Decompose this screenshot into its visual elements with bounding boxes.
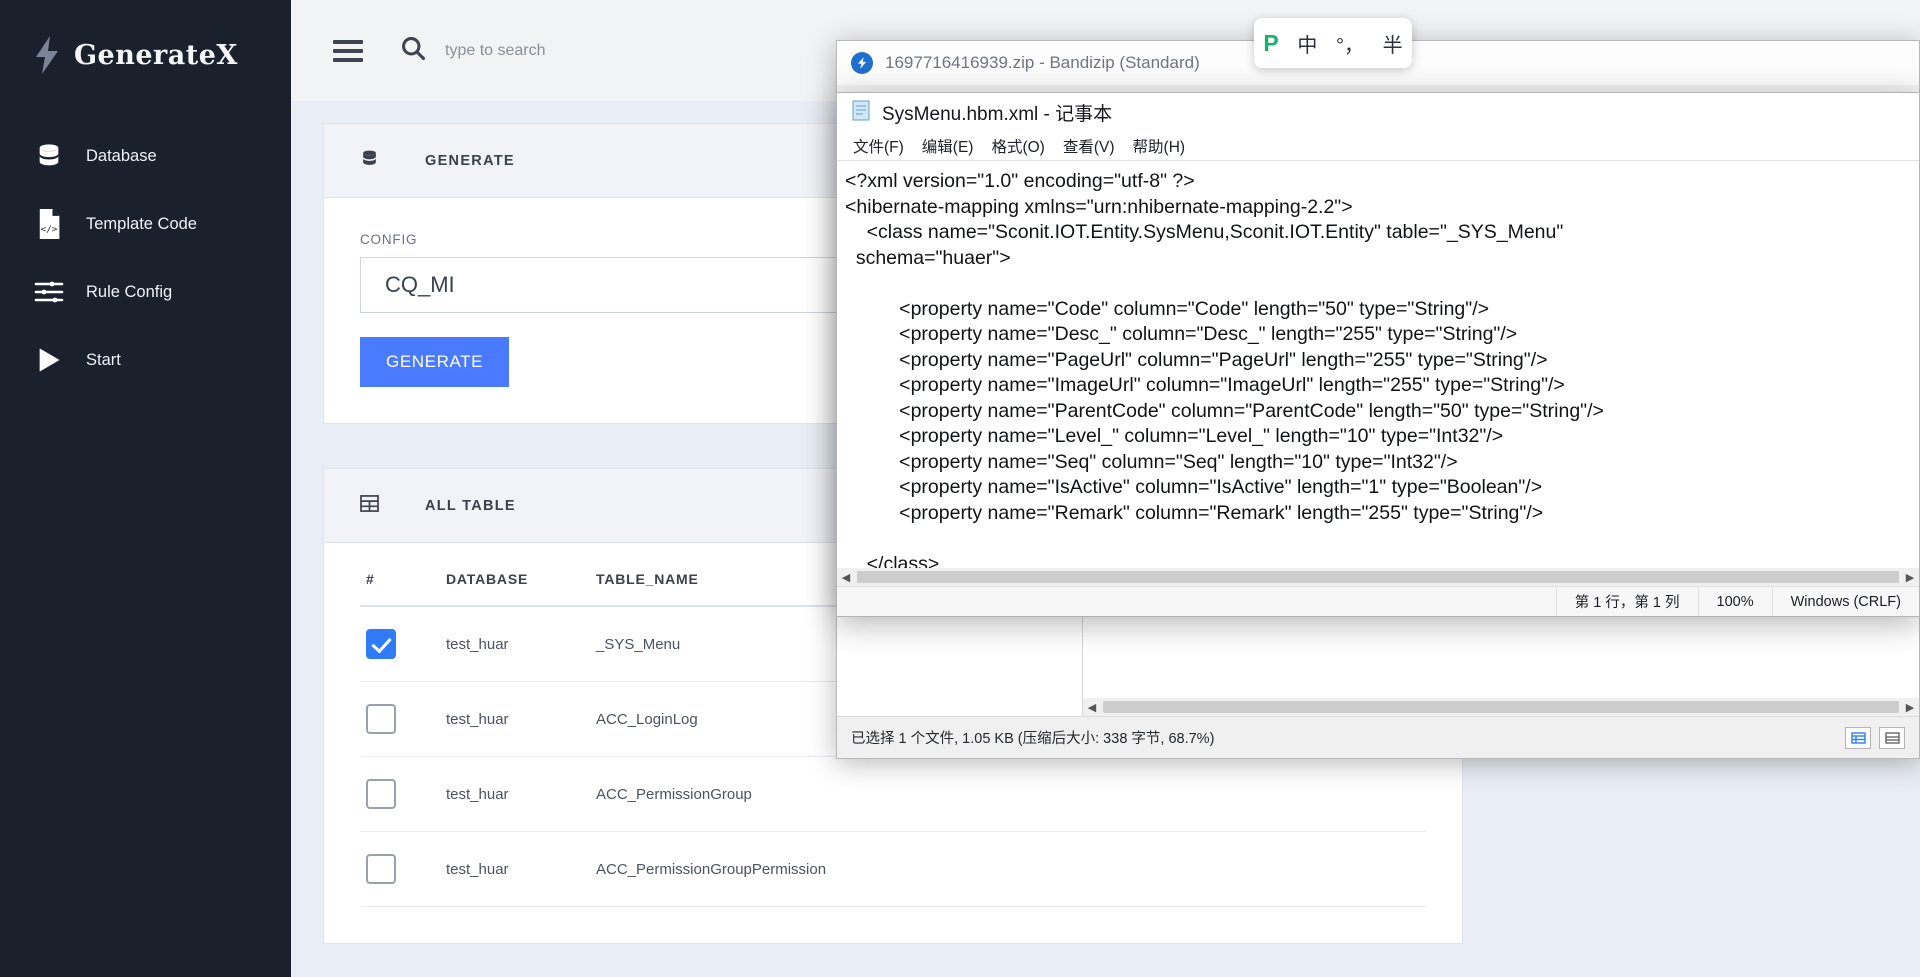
database-icon — [34, 141, 64, 171]
line-ending-status[interactable]: Windows (CRLF) — [1771, 587, 1919, 616]
detail-view-icon[interactable] — [1879, 726, 1905, 749]
scrollbar-thumb[interactable] — [857, 571, 1899, 583]
row-checkbox[interactable] — [366, 629, 396, 659]
ime-toolbar[interactable]: P 中 °， 半 — [1254, 18, 1412, 68]
sidebar: GenerateX Database </> Template Code Rul… — [0, 0, 291, 977]
sidebar-item-label: Template Code — [86, 214, 197, 233]
sidebar-nav: Database </> Template Code Rule Config S… — [0, 122, 291, 394]
row-database: test_huar — [446, 831, 596, 907]
generate-button[interactable]: GENERATE — [360, 337, 510, 387]
column-header-hash[interactable]: # — [360, 571, 446, 606]
row-database: test_huar — [446, 756, 596, 832]
notepad-title: SysMenu.hbm.xml - 记事本 — [882, 103, 1113, 125]
column-header-database[interactable]: DATABASE — [446, 571, 596, 606]
table-row[interactable]: test_huar ACC_PermissionGroupPermission — [360, 831, 1426, 907]
code-file-icon: </> — [34, 209, 64, 239]
table-row[interactable]: test_huar ACC_PermissionGroup — [360, 756, 1426, 832]
hamburger-icon[interactable] — [333, 39, 363, 62]
search-icon[interactable] — [399, 34, 427, 67]
table-icon — [360, 494, 379, 517]
scroll-right-icon[interactable]: ▶ — [1901, 701, 1919, 714]
row-checkbox[interactable] — [366, 704, 396, 734]
bandizip-horizontal-scrollbar[interactable]: ◀ ▶ — [1083, 698, 1919, 716]
ime-width-toggle[interactable]: 半 — [1383, 29, 1403, 58]
row-checkbox-cell[interactable] — [360, 681, 446, 757]
row-table-name: ACC_PermissionGroup — [596, 756, 1426, 832]
ime-language-toggle[interactable]: 中 — [1297, 29, 1317, 58]
notepad-titlebar[interactable]: SysMenu.hbm.xml - 记事本 — [837, 93, 1919, 131]
row-checkbox-cell[interactable] — [360, 831, 446, 907]
sidebar-item-template-code[interactable]: </> Template Code — [0, 190, 291, 258]
row-checkbox[interactable] — [366, 854, 396, 884]
sliders-icon — [34, 277, 64, 307]
ime-logo-icon: P — [1263, 29, 1279, 56]
row-table-name: ACC_PermissionGroupPermission — [596, 831, 1426, 907]
lightning-bolt-icon — [34, 36, 60, 74]
all-table-card-title: ALL TABLE — [425, 497, 516, 514]
bandizip-statusbar: 已选择 1 个文件, 1.05 KB (压缩后大小: 338 字节, 68.7%… — [837, 716, 1919, 758]
bandizip-icon — [851, 52, 873, 74]
row-checkbox-cell[interactable] — [360, 606, 446, 682]
notepad-statusbar: 第 1 行，第 1 列 100% Windows (CRLF) — [837, 586, 1919, 616]
sidebar-item-label: Database — [86, 146, 157, 165]
sidebar-item-start[interactable]: Start — [0, 326, 291, 394]
notepad-menu-item-2[interactable]: 格式(O) — [991, 135, 1044, 157]
notepad-menubar: 文件(F) 编辑(E) 格式(O) 查看(V) 帮助(H) — [837, 131, 1919, 161]
notepad-menu-item-0[interactable]: 文件(F) — [853, 135, 904, 157]
notepad-window[interactable]: SysMenu.hbm.xml - 记事本 文件(F) 编辑(E) 格式(O) 查看(… — [836, 92, 1920, 617]
scroll-right-icon[interactable]: ▶ — [1901, 571, 1919, 584]
bandizip-status-text: 已选择 1 个文件, 1.05 KB (压缩后大小: 338 字节, 68.7%… — [851, 731, 1215, 747]
scroll-left-icon[interactable]: ◀ — [1083, 701, 1101, 714]
sidebar-item-label: Start — [86, 350, 121, 369]
cursor-position-status: 第 1 行，第 1 列 — [1555, 587, 1698, 616]
scrollbar-thumb[interactable] — [1103, 701, 1899, 713]
scroll-left-icon[interactable]: ◀ — [837, 571, 855, 584]
notepad-text-area[interactable]: <?xml version="1.0" encoding="utf-8" ?> … — [837, 161, 1919, 576]
svg-text:</>: </> — [41, 224, 58, 235]
database-icon — [360, 149, 379, 173]
brand: GenerateX — [0, 0, 291, 74]
notepad-icon — [851, 99, 871, 126]
notepad-menu-item-3[interactable]: 查看(V) — [1063, 135, 1115, 157]
play-icon — [34, 345, 64, 375]
generate-card-title: GENERATE — [425, 152, 515, 169]
row-checkbox-cell[interactable] — [360, 756, 446, 832]
notepad-menu-item-1[interactable]: 编辑(E) — [922, 135, 974, 157]
list-view-icon[interactable] — [1845, 726, 1871, 749]
brand-title: GenerateX — [74, 39, 238, 71]
bandizip-title: 1697716416939.zip - Bandizip (Standard) — [885, 53, 1200, 72]
row-checkbox[interactable] — [366, 779, 396, 809]
notepad-menu-item-4[interactable]: 帮助(H) — [1133, 135, 1186, 157]
ime-punctuation-toggle[interactable]: °， — [1336, 29, 1364, 58]
row-database: test_huar — [446, 606, 596, 682]
zoom-level-status[interactable]: 100% — [1697, 587, 1772, 616]
sidebar-item-database[interactable]: Database — [0, 122, 291, 190]
notepad-horizontal-scrollbar[interactable]: ◀ ▶ — [837, 568, 1919, 586]
sidebar-item-rule-config[interactable]: Rule Config — [0, 258, 291, 326]
sidebar-item-label: Rule Config — [86, 282, 173, 301]
row-database: test_huar — [446, 681, 596, 757]
